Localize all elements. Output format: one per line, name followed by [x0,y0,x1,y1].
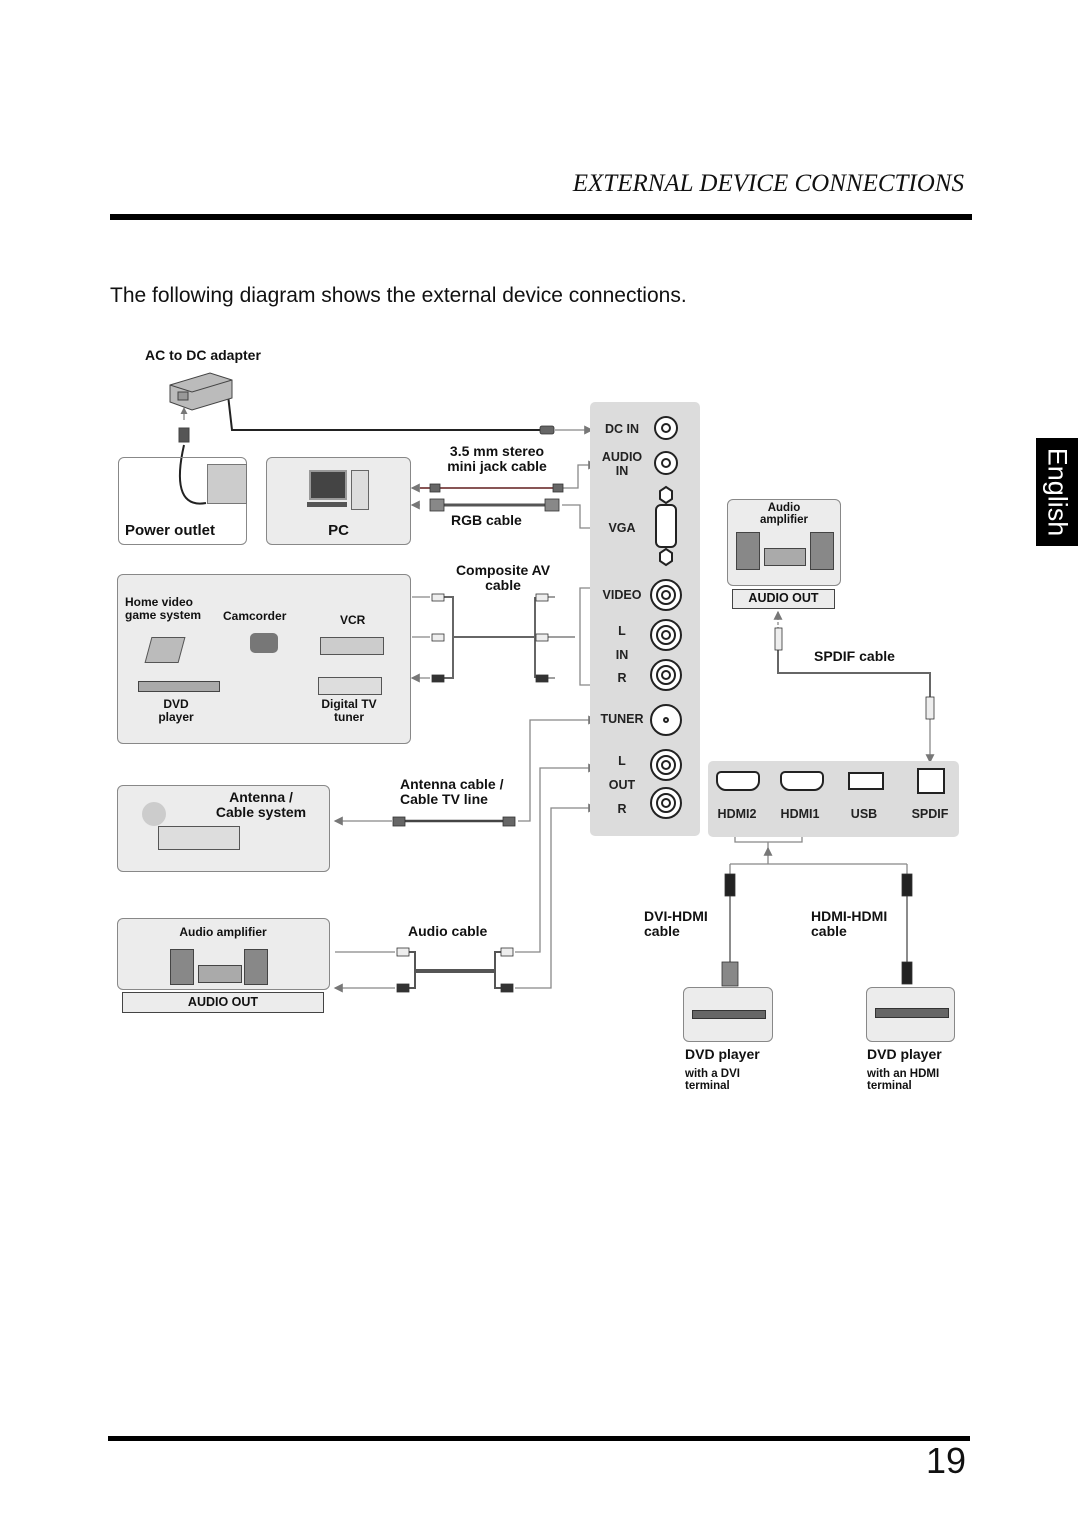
dvd-hdmi-sub: with an HDMI terminal [867,1068,940,1093]
dc-in-port [654,416,678,440]
hdmi2-port-icon [716,771,760,791]
tuner-port [650,704,682,736]
dvd-player-icon [875,1008,949,1018]
audio-out-l-port [650,749,682,781]
dvd-dvi-box [683,987,773,1042]
audio-in-port [654,451,678,475]
audio-out-right-box: AUDIO OUT [732,589,835,609]
hdmi1-port-icon [780,771,824,791]
hdmi1-label: HDMI1 [780,807,820,821]
speaker-right-icon [810,532,834,570]
receiver-icon [764,548,806,566]
spdif-label: SPDIF [911,807,949,821]
video-port [650,579,682,611]
spdif-port-icon [917,768,945,794]
tv-side-panel: HDMI2 HDMI1 USB SPDIF [708,761,959,837]
hdmi2-label: HDMI2 [717,807,757,821]
footer-rule [108,1436,970,1441]
dvd-player-icon [692,1010,766,1019]
usb-label: USB [850,807,878,821]
audio-out-r-port [650,787,682,819]
audio-in-r-port [650,659,682,691]
dvd-hdmi-box [866,987,955,1042]
audio-amp-right-box: Audio amplifier [727,499,841,586]
page-number: 19 [925,1440,966,1481]
usb-port-icon [848,772,884,790]
dvd-dvi-sub: with a DVI terminal [685,1068,740,1093]
dvd-dvi-title: DVD player [685,1046,760,1062]
audio-in-l-port [650,619,682,651]
vga-port [655,485,677,567]
dvd-hdmi-title: DVD player [867,1046,942,1062]
audio-amp-right-label: Audio amplifier [760,502,808,527]
speaker-left-icon [736,532,760,570]
